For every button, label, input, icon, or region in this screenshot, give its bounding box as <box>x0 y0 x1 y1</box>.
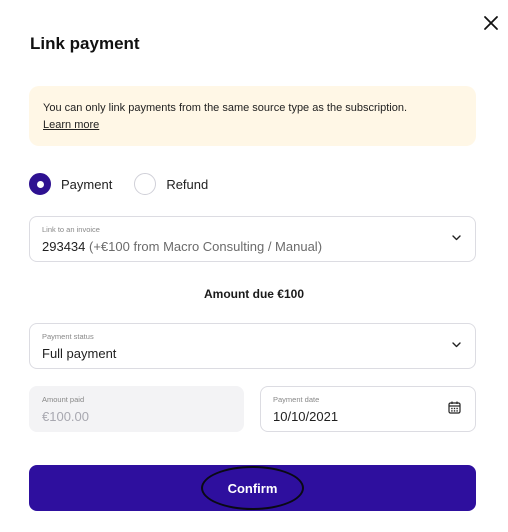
close-button[interactable] <box>481 13 501 33</box>
payment-type-radio-group: Payment Refund <box>29 173 230 195</box>
payment-date-value: 10/10/2021 <box>273 409 339 424</box>
confirm-button[interactable]: Confirm <box>29 465 476 511</box>
radio-payment-label: Payment <box>61 176 113 192</box>
info-notice: You can only link payments from the same… <box>29 86 476 146</box>
payment-status-select[interactable]: Payment status Full payment <box>29 323 476 369</box>
payment-status-value: Full payment <box>42 346 117 361</box>
invoice-select[interactable]: Link to an invoice 293434 (+€100 from Ma… <box>29 216 476 262</box>
radio-payment-indicator <box>29 173 51 195</box>
payment-date-field[interactable]: Payment date 10/10/2021 <box>260 386 476 432</box>
radio-refund-label: Refund <box>166 176 209 192</box>
calendar-icon[interactable] <box>448 401 461 414</box>
amount-paid-value: €100.00 <box>42 409 89 424</box>
chevron-down-icon <box>452 342 461 348</box>
payment-status-label: Payment status <box>42 332 94 341</box>
radio-refund-indicator <box>134 173 157 195</box>
radio-payment[interactable]: Payment <box>29 173 112 195</box>
invoice-select-label: Link to an invoice <box>42 225 100 234</box>
confirm-button-label: Confirm <box>227 480 278 496</box>
notice-text: You can only link payments from the same… <box>43 102 408 114</box>
radio-refund[interactable]: Refund <box>134 173 208 195</box>
chevron-down-icon <box>452 235 461 241</box>
invoice-number: 293434 <box>42 239 86 254</box>
payment-date-label: Payment date <box>273 395 320 404</box>
close-icon <box>484 16 498 30</box>
amount-paid-field: Amount paid €100.00 <box>29 386 244 432</box>
invoice-select-value: 293434 (+€100 from Macro Consulting / Ma… <box>42 239 463 254</box>
dialog-title: Link payment <box>30 34 140 53</box>
invoice-detail: (+€100 from Macro Consulting / Manual) <box>85 239 323 254</box>
amount-due: Amount due €100 <box>203 287 305 301</box>
amount-paid-label: Amount paid <box>42 395 85 404</box>
learn-more-link[interactable]: Learn more <box>43 117 99 134</box>
